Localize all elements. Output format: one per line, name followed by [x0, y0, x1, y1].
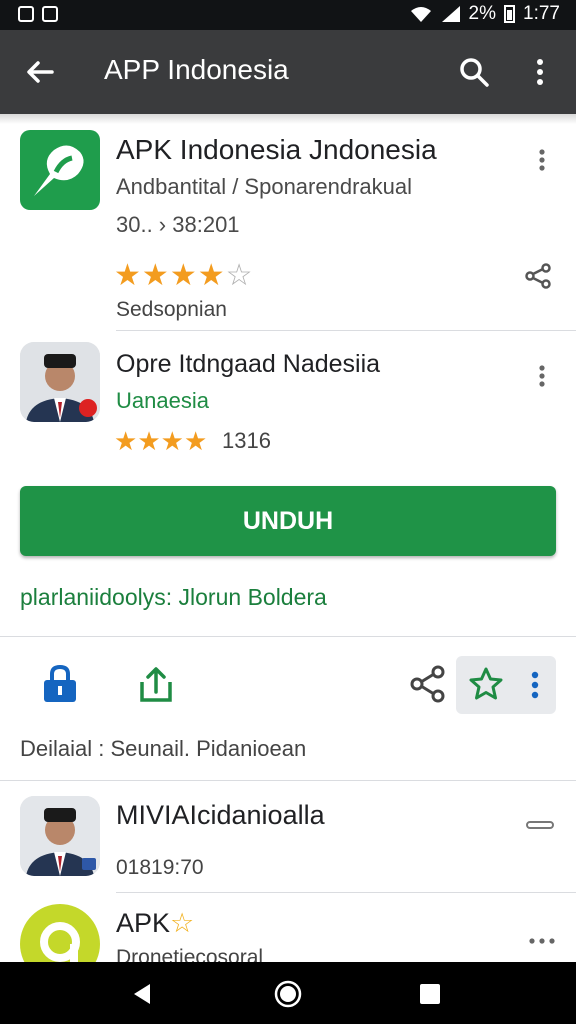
app-meta: 30.. › 38:201 — [116, 212, 240, 237]
battery-icon — [504, 5, 516, 23]
rating-stars: ★★★★ — [114, 426, 207, 457]
avatar[interactable] — [20, 796, 100, 876]
divider — [0, 636, 576, 637]
app-icon-apk[interactable] — [20, 130, 100, 210]
signal-icon — [441, 6, 460, 22]
back-arrow-icon[interactable] — [22, 54, 58, 90]
star-filled-icon: ★ — [114, 426, 138, 456]
star-filled-icon: ★ — [114, 259, 142, 292]
more-horiz-icon[interactable] — [528, 936, 556, 946]
app-bar: APP Indonesia — [0, 30, 576, 114]
rating-count: 1316 — [222, 428, 271, 453]
share-icon[interactable] — [408, 664, 448, 704]
share-icon[interactable] — [524, 262, 552, 290]
star-icon[interactable] — [468, 666, 504, 702]
page-title: APP Indonesia — [104, 54, 289, 85]
more-horiz-icon[interactable] — [526, 820, 554, 830]
divider — [116, 892, 576, 893]
notification-icon — [42, 6, 58, 22]
download-button[interactable]: UNDUH — [20, 486, 556, 556]
action-group — [456, 656, 556, 714]
appbar-shadow — [0, 114, 576, 124]
search-icon[interactable] — [456, 54, 492, 90]
rating-stars: ★★★★☆ — [114, 258, 254, 293]
more-vert-icon[interactable] — [538, 364, 546, 388]
status-right: 2% 1:77 — [409, 3, 560, 25]
star-outline-icon: ☆ — [170, 908, 195, 938]
app-title[interactable]: APK☆ — [116, 908, 194, 939]
app-title[interactable]: APK Indonesia Jndonesia — [116, 134, 437, 166]
info-line: plarlaniidoolys: Jlorun Boldera — [20, 584, 327, 610]
wifi-icon — [410, 7, 431, 22]
star-filled-icon: ★ — [169, 259, 198, 292]
app-title[interactable]: MIVIAIcidanioalla — [116, 800, 325, 831]
developer-name[interactable]: Uanaesia — [116, 388, 209, 414]
star-filled-icon: ★ — [197, 259, 226, 292]
details-label: Deilaial : Seunail. Pidanioean — [20, 736, 307, 761]
app-subtitle: Andbantital / Sponarendrakual — [116, 174, 412, 199]
more-vert-icon[interactable] — [530, 670, 540, 700]
star-empty-icon: ☆ — [225, 259, 254, 292]
notification-icons — [18, 6, 58, 22]
lock-icon[interactable] — [40, 664, 80, 704]
notification-icon — [18, 6, 34, 22]
navigation-bar — [0, 962, 576, 1024]
person-avatar-icon — [20, 342, 100, 422]
share-upload-icon[interactable] — [136, 664, 176, 704]
divider — [116, 330, 576, 331]
avatar[interactable] — [20, 342, 100, 422]
app-title[interactable]: Opre Itdngaad Nadesiia — [116, 350, 380, 379]
nav-recents-icon[interactable] — [420, 984, 440, 1004]
star-filled-icon: ★ — [137, 426, 161, 456]
nav-back-icon[interactable] — [130, 982, 154, 1006]
app-category: Sedsopnian — [116, 298, 227, 321]
nav-home-icon[interactable] — [274, 980, 302, 1008]
clock: 1:77 — [523, 3, 560, 24]
star-filled-icon: ★ — [160, 426, 184, 456]
person-avatar-icon — [20, 796, 100, 876]
leaf-logo-icon — [34, 145, 84, 196]
battery-percent: 2% — [468, 3, 497, 24]
app-meta: 01819:70 — [116, 856, 204, 879]
divider — [0, 780, 576, 781]
star-filled-icon: ★ — [141, 259, 170, 292]
more-vert-icon[interactable] — [538, 148, 546, 172]
app-title-text: APK — [116, 908, 171, 938]
status-bar: 2% 1:77 — [0, 0, 576, 30]
star-filled-icon: ★ — [183, 426, 208, 456]
more-vert-icon[interactable] — [528, 54, 552, 90]
